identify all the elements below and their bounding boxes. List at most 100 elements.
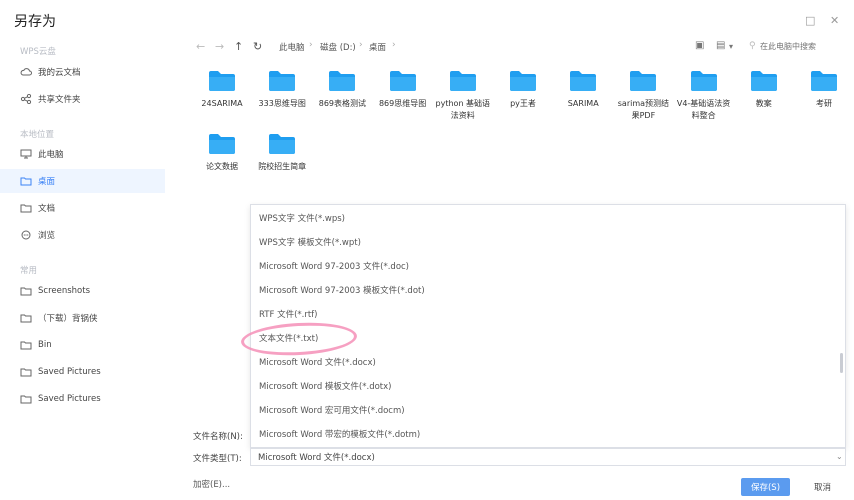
folder-icon	[20, 176, 32, 186]
folder-icon	[20, 367, 32, 377]
chevron-right-icon: ›	[392, 40, 396, 50]
chevron-right-icon: ›	[359, 40, 363, 50]
folder-name: 论文数据	[206, 162, 238, 171]
sidebar-item-my-cloud[interactable]: 我的云文档	[0, 60, 165, 84]
breadcrumb-item-this-pc[interactable]: 此电脑	[279, 41, 305, 53]
sidebar-item-this-pc[interactable]: 此电脑	[0, 142, 165, 166]
folder-icon	[20, 203, 32, 213]
save-button[interactable]: 保存(S)	[741, 478, 790, 496]
folder-icon	[449, 70, 477, 92]
folder-icon	[20, 394, 32, 404]
folder-icon	[268, 133, 296, 155]
sidebar-item-label: 浏览	[38, 231, 56, 241]
folder-item[interactable]: 论文数据	[194, 133, 250, 173]
sidebar-item-downloads[interactable]: （下载）背锅侠	[0, 306, 165, 330]
file-type-option-dotx[interactable]: Microsoft Word 模板文件(*.dotx)	[251, 374, 845, 398]
sidebar-item-label: Screenshots	[38, 286, 91, 296]
folder-name: 24SARIMA	[201, 99, 243, 108]
cloud-icon	[20, 67, 32, 77]
chevron-right-icon: ›	[309, 40, 313, 50]
folder-item[interactable]: 869思维导图	[375, 70, 431, 110]
folder-name: V4-基础语法资料整合	[676, 99, 731, 120]
sidebar-section-local: 本地位置	[20, 130, 55, 140]
folder-item[interactable]: 院校招生简章	[254, 133, 310, 173]
sidebar-item-label: 桌面	[38, 177, 56, 187]
folder-item[interactable]: sarima预测结果PDF	[615, 70, 671, 122]
sidebar-item-screenshots[interactable]: Screenshots	[0, 279, 165, 303]
breadcrumb-item-desktop[interactable]: 桌面	[369, 41, 386, 53]
folder-item[interactable]: py王者	[495, 70, 551, 110]
monitor-icon	[20, 149, 32, 159]
file-type-option-rtf[interactable]: RTF 文件(*.rtf)	[251, 302, 845, 326]
folder-item[interactable]: V4-基础语法资料整合	[676, 70, 732, 122]
file-type-option-wps[interactable]: WPS文字 文件(*.wps)	[251, 206, 845, 230]
folder-icon	[20, 340, 32, 350]
folder-item[interactable]: 教案	[736, 70, 792, 110]
folder-item[interactable]: 333思维导图	[254, 70, 310, 110]
file-type-select[interactable]: Microsoft Word 文件(*.docx)	[250, 448, 846, 466]
folder-item[interactable]: python 基础语法资料	[435, 70, 491, 122]
back-arrow-icon[interactable]: ←	[196, 40, 205, 53]
filename-label: 文件名称(N):	[193, 432, 243, 442]
sidebar-item-label: Bin	[38, 340, 52, 350]
file-type-option-dotm[interactable]: Microsoft Word 带宏的模板文件(*.dotm)	[251, 422, 845, 446]
folder-icon	[208, 133, 236, 155]
new-folder-icon[interactable]: ▣	[695, 40, 704, 51]
folder-name: 考研	[816, 99, 832, 108]
folder-icon	[509, 70, 537, 92]
cancel-button[interactable]: 取消	[798, 478, 847, 496]
sidebar: WPS云盘 我的云文档 共享文件夹 本地位置 此电脑 桌面 文档 浏览 常用 S…	[0, 38, 165, 468]
folder-name: SARIMA	[567, 99, 599, 108]
folder-name: 院校招生简章	[258, 162, 307, 171]
restore-icon[interactable]: □	[805, 14, 815, 27]
refresh-icon[interactable]: ↻	[253, 40, 262, 53]
sidebar-item-label: Saved Pictures	[38, 367, 101, 377]
sidebar-item-label: 共享文件夹	[38, 95, 81, 105]
sidebar-item-bin[interactable]: Bin	[0, 333, 165, 357]
up-arrow-icon[interactable]: ↑	[234, 40, 243, 53]
sidebar-item-label: 我的云文档	[38, 68, 81, 78]
sidebar-item-documents[interactable]: 文档	[0, 196, 165, 220]
file-type-option-dot[interactable]: Microsoft Word 97-2003 模板文件(*.dot)	[251, 278, 845, 302]
folder-icon	[20, 313, 32, 323]
folder-name: 869表格测试	[318, 99, 367, 108]
browse-icon	[20, 230, 32, 240]
forward-arrow-icon[interactable]: →	[215, 40, 224, 53]
folder-item[interactable]: 24SARIMA	[194, 70, 250, 110]
breadcrumb-item-disk-d[interactable]: 磁盘 (D:)	[320, 41, 356, 53]
folder-icon	[208, 70, 236, 92]
sidebar-item-saved-pictures[interactable]: Saved Pictures	[0, 360, 165, 384]
file-type-option-doc[interactable]: Microsoft Word 97-2003 文件(*.doc)	[251, 254, 845, 278]
sidebar-item-label: （下载）背锅侠	[38, 314, 98, 324]
folder-item[interactable]: 考研	[796, 70, 852, 110]
folder-name: 869思维导图	[378, 99, 427, 108]
close-icon[interactable]: ✕	[830, 14, 839, 27]
folder-name: sarima预测结果PDF	[617, 99, 670, 120]
sidebar-item-desktop[interactable]: 桌面	[0, 169, 165, 193]
encrypt-button[interactable]: 加密(E)...	[193, 478, 230, 490]
file-type-option-docm[interactable]: Microsoft Word 宏可用文件(*.docm)	[251, 398, 845, 422]
folder-icon	[328, 70, 356, 92]
dropdown-scrollbar[interactable]	[840, 353, 843, 373]
folder-icon	[20, 286, 32, 296]
chevron-down-icon[interactable]: ⌄	[836, 452, 843, 461]
folder-item[interactable]: 869表格测试	[314, 70, 370, 110]
file-type-option-wpt[interactable]: WPS文字 模板文件(*.wpt)	[251, 230, 845, 254]
view-mode-icon[interactable]: ▤	[716, 40, 725, 51]
folder-item[interactable]: SARIMA	[555, 70, 611, 110]
folder-name: python 基础语法资料	[435, 99, 491, 120]
folder-icon	[750, 70, 778, 92]
share-icon	[20, 94, 32, 104]
filetype-label: 文件类型(T):	[193, 454, 242, 464]
search-input[interactable]	[748, 38, 848, 54]
sidebar-item-shared[interactable]: 共享文件夹	[0, 87, 165, 111]
sidebar-item-label: 文档	[38, 204, 56, 214]
chevron-down-icon[interactable]: ▾	[729, 42, 733, 51]
folder-name: py王者	[510, 99, 536, 108]
sidebar-item-browse[interactable]: 浏览	[0, 223, 165, 247]
sidebar-item-label: Saved Pictures	[38, 394, 101, 404]
folder-icon	[629, 70, 657, 92]
sidebar-item-saved-pictures-2[interactable]: Saved Pictures	[0, 387, 165, 411]
dialog-title: 另存为	[14, 14, 56, 30]
file-type-option-docx[interactable]: Microsoft Word 文件(*.docx)	[251, 350, 845, 374]
